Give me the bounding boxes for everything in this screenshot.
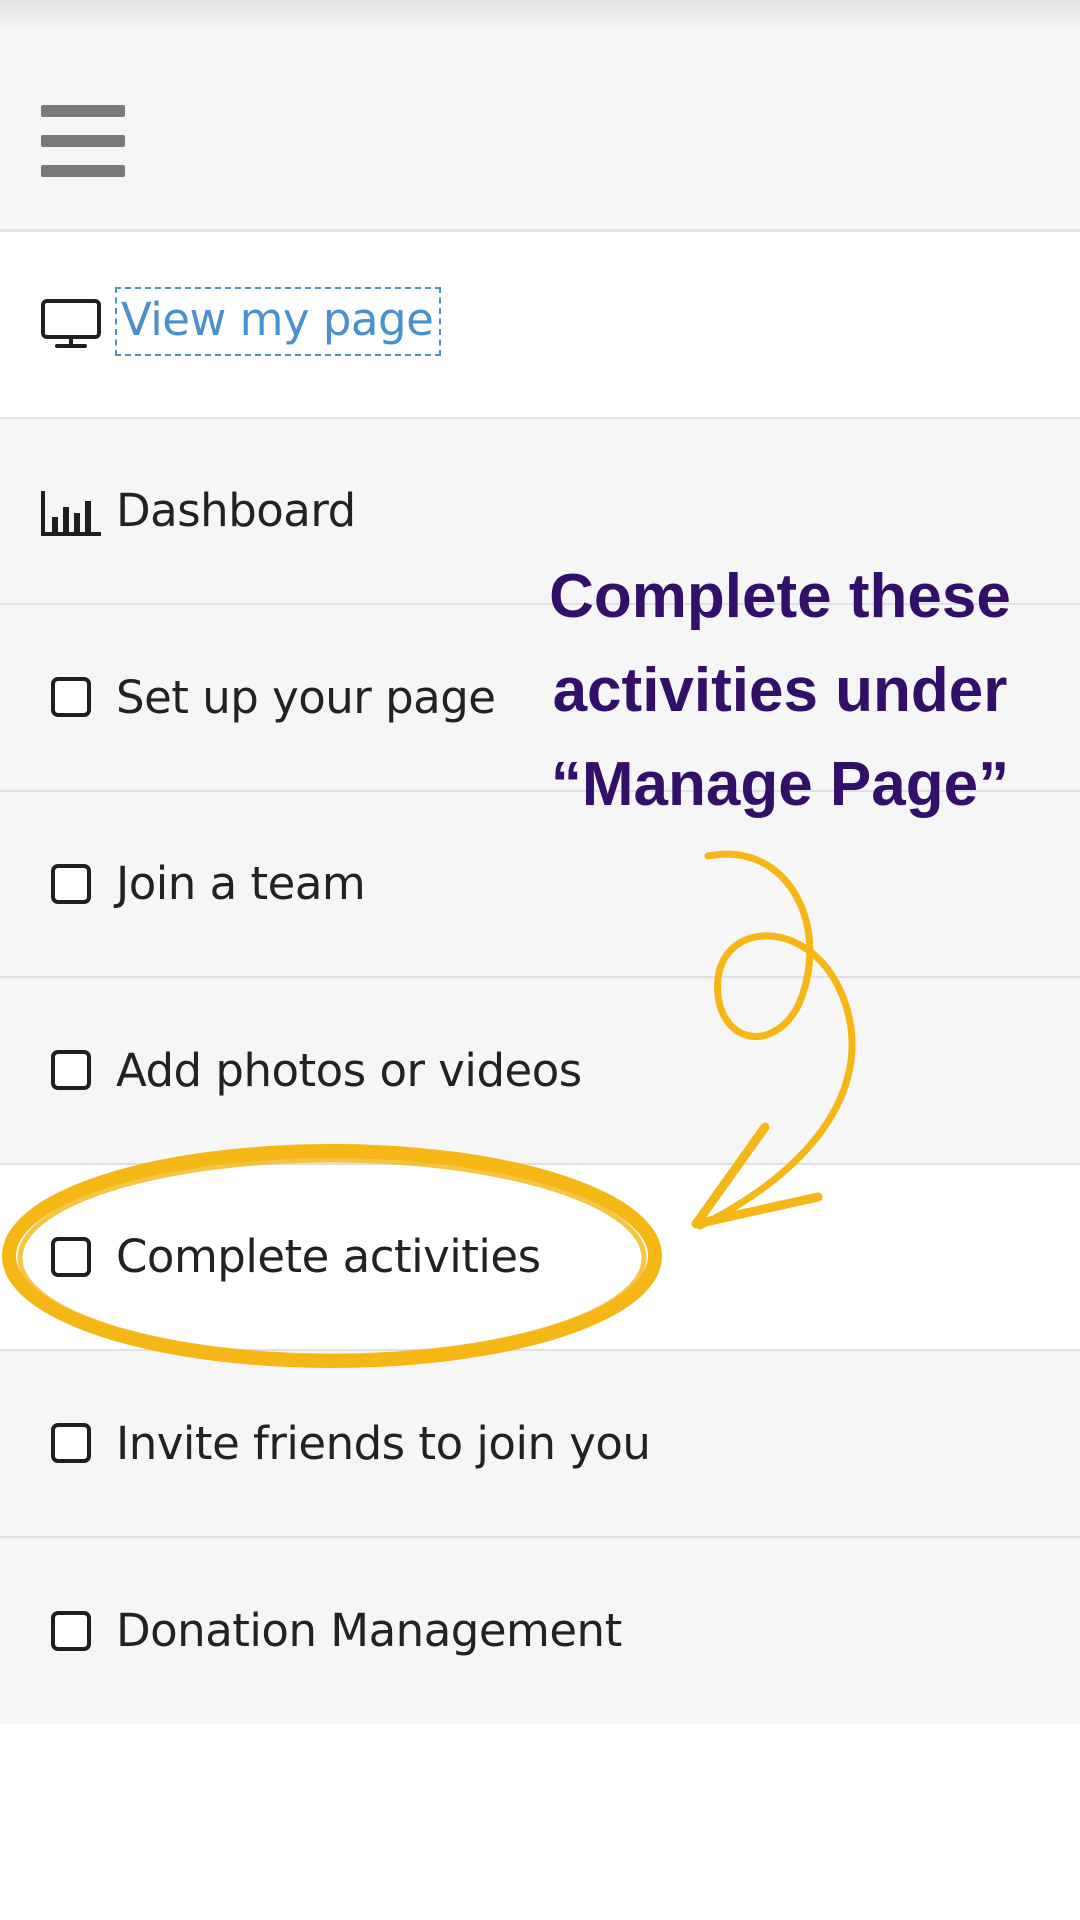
menu-item-label: Donation Management (116, 1604, 622, 1658)
monitor-icon (40, 298, 102, 350)
header-bar (0, 0, 1080, 232)
menu-item-label: Dashboard (116, 484, 356, 538)
annotation-callout: Complete these activities under “Manage … (520, 550, 1040, 832)
menu-item-label: Set up your page (116, 670, 496, 724)
menu-item-invite-friends[interactable]: Invite friends to join you (0, 1351, 1080, 1538)
hamburger-line (41, 165, 125, 177)
annotation-line: “Manage Page” (550, 750, 1010, 819)
hamburger-line (41, 135, 125, 147)
menu-item-label: Join a team (116, 857, 366, 911)
top-shadow (0, 0, 1080, 30)
menu-item-label: Invite friends to join you (116, 1416, 651, 1470)
bar-chart-icon (40, 489, 102, 537)
hamburger-icon[interactable] (41, 105, 125, 177)
checkbox-icon[interactable] (51, 1610, 91, 1651)
checkbox-icon[interactable] (51, 1423, 91, 1464)
mobile-screen: View my page Dashboard Set up your page (0, 0, 1080, 1920)
annotation-line: Complete these (549, 562, 1011, 631)
checkbox-icon[interactable] (51, 863, 91, 904)
menu-item-donation-management[interactable]: Donation Management (0, 1537, 1080, 1724)
checkbox-icon[interactable] (51, 677, 91, 718)
view-my-page-link[interactable]: View my page (115, 287, 442, 356)
menu-item-complete-activities[interactable]: Complete activities (0, 1164, 1080, 1351)
checkbox-icon[interactable] (51, 1236, 91, 1277)
annotation-line: activities under (552, 656, 1008, 725)
hamburger-line (41, 105, 125, 117)
menu-item-view-my-page[interactable]: View my page (0, 232, 1080, 419)
menu-item-label: Complete activities (116, 1230, 541, 1284)
menu-item-add-photos-or-videos[interactable]: Add photos or videos (0, 978, 1080, 1165)
checkbox-icon[interactable] (51, 1050, 91, 1091)
menu-item-label: Add photos or videos (116, 1043, 582, 1097)
manage-page-menu: View my page Dashboard Set up your page (0, 232, 1080, 1724)
